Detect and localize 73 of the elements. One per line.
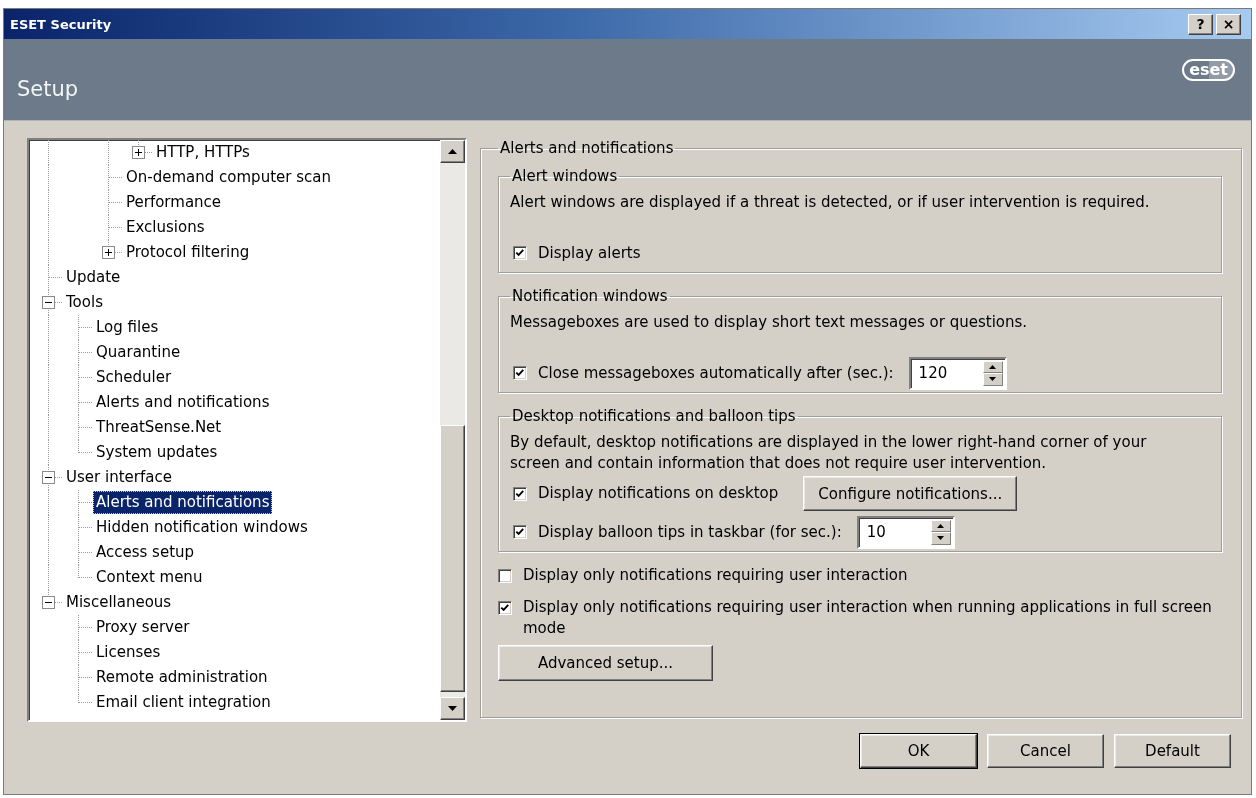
tree-item[interactable]: Protocol filtering [123, 241, 253, 264]
checkbox-label[interactable]: Display only notifications requiring user interaction when running applications in full screen mode [523, 597, 1222, 639]
tree-item[interactable]: Quarantine [93, 341, 184, 364]
checkbox-label[interactable]: Display notifications on desktop [538, 483, 779, 504]
tree-item[interactable]: Access setup [93, 541, 198, 564]
tree-item[interactable]: User interface [63, 466, 175, 489]
dialog-button[interactable]: Cancel [987, 734, 1104, 768]
tree-item[interactable]: Remote administration [93, 666, 271, 689]
tree-item[interactable]: Licenses [93, 641, 164, 664]
up-arrow-icon [937, 523, 945, 528]
help-button[interactable]: ? [1188, 13, 1213, 35]
tree-item[interactable]: Alerts and notifications [93, 491, 273, 514]
up-arrow-icon [448, 149, 457, 154]
group-title: Notification windows [511, 286, 669, 306]
checkbox-label[interactable]: Display alerts [538, 242, 641, 264]
tree-item[interactable]: Update [63, 266, 124, 289]
tree-item[interactable]: System updates [93, 441, 221, 464]
checkbox-label[interactable]: Display only notifications requiring user interaction [523, 565, 908, 586]
description-text: By default, desktop notifications are displayed in the lower right-hand corner of your screen and contain information that does not require user intervention. [510, 432, 1148, 474]
plus-icon[interactable] [132, 146, 145, 159]
tree-item[interactable]: Proxy server [93, 616, 193, 639]
tree-item[interactable]: Performance [123, 191, 225, 214]
tree-item[interactable]: Exclusions [123, 216, 208, 239]
configure-button[interactable]: Configure notifications... [803, 476, 1018, 511]
tree-item[interactable]: Alerts and notifications [93, 391, 273, 414]
scroll-down-button[interactable] [440, 697, 465, 720]
group-title: Alerts and notifications [499, 138, 675, 158]
window-title: ESET Security [10, 16, 113, 32]
scrollbar[interactable] [440, 140, 465, 720]
tree-item[interactable]: HTTP, HTTPs [153, 141, 253, 164]
page-title: Setup [17, 76, 79, 102]
checkbox[interactable] [513, 366, 527, 380]
up-arrow-icon [989, 364, 997, 369]
scrollbar-thumb[interactable] [440, 425, 465, 692]
checkbox[interactable] [513, 246, 527, 260]
tree-item[interactable]: Hidden notification windows [93, 516, 311, 539]
tree-item[interactable]: Miscellaneous [63, 591, 175, 614]
spin-down-button[interactable] [930, 532, 951, 545]
checkbox[interactable] [498, 569, 512, 583]
scroll-up-button[interactable] [440, 140, 465, 163]
group-title: Desktop notifications and balloon tips [511, 406, 797, 426]
description-text: Messageboxes are used to display short text messages or questions. [510, 312, 1029, 333]
minus-icon[interactable] [42, 596, 55, 609]
checkbox[interactable] [498, 601, 512, 615]
plus-icon[interactable] [102, 246, 115, 259]
spin-field[interactable]: 10 [856, 515, 955, 549]
down-arrow-icon [989, 377, 997, 382]
dialog-button[interactable]: OK [860, 734, 977, 768]
tree-item[interactable]: ThreatSense.Net [93, 416, 225, 439]
logo: eset [1182, 59, 1235, 81]
minus-icon[interactable] [42, 296, 55, 309]
spin-up-button[interactable] [982, 360, 1003, 373]
tree-item[interactable]: Email client integration [93, 691, 274, 714]
down-arrow-icon [448, 706, 457, 711]
spin-down-button[interactable] [982, 373, 1003, 386]
spin-up-button[interactable] [930, 519, 951, 532]
checkbox-label[interactable]: Display balloon tips in taskbar (for sec.): [538, 521, 842, 543]
minus-icon[interactable] [42, 471, 55, 484]
checkbox-label[interactable]: Close messageboxes automatically after (sec.): [538, 362, 894, 384]
tree-item[interactable]: Scheduler [93, 366, 175, 389]
description-text: Alert windows are displayed if a threat is detected, or if user intervention is required. [510, 192, 1151, 213]
tree-item[interactable]: Tools [63, 291, 106, 314]
tree-item[interactable]: On-demand computer scan [123, 166, 334, 189]
group-title: Alert windows [511, 166, 619, 186]
down-arrow-icon [937, 536, 945, 541]
dialog-button[interactable]: Default [1114, 734, 1231, 768]
tree-item[interactable]: Log files [93, 316, 162, 339]
checkbox[interactable] [513, 486, 527, 501]
tree-item[interactable]: Context menu [93, 566, 206, 589]
checkbox[interactable] [513, 525, 527, 539]
close-button[interactable]: × [1216, 13, 1241, 35]
advanced-setup-button[interactable]: Advanced setup... [498, 645, 713, 681]
spin-field[interactable]: 120 [908, 356, 1007, 390]
